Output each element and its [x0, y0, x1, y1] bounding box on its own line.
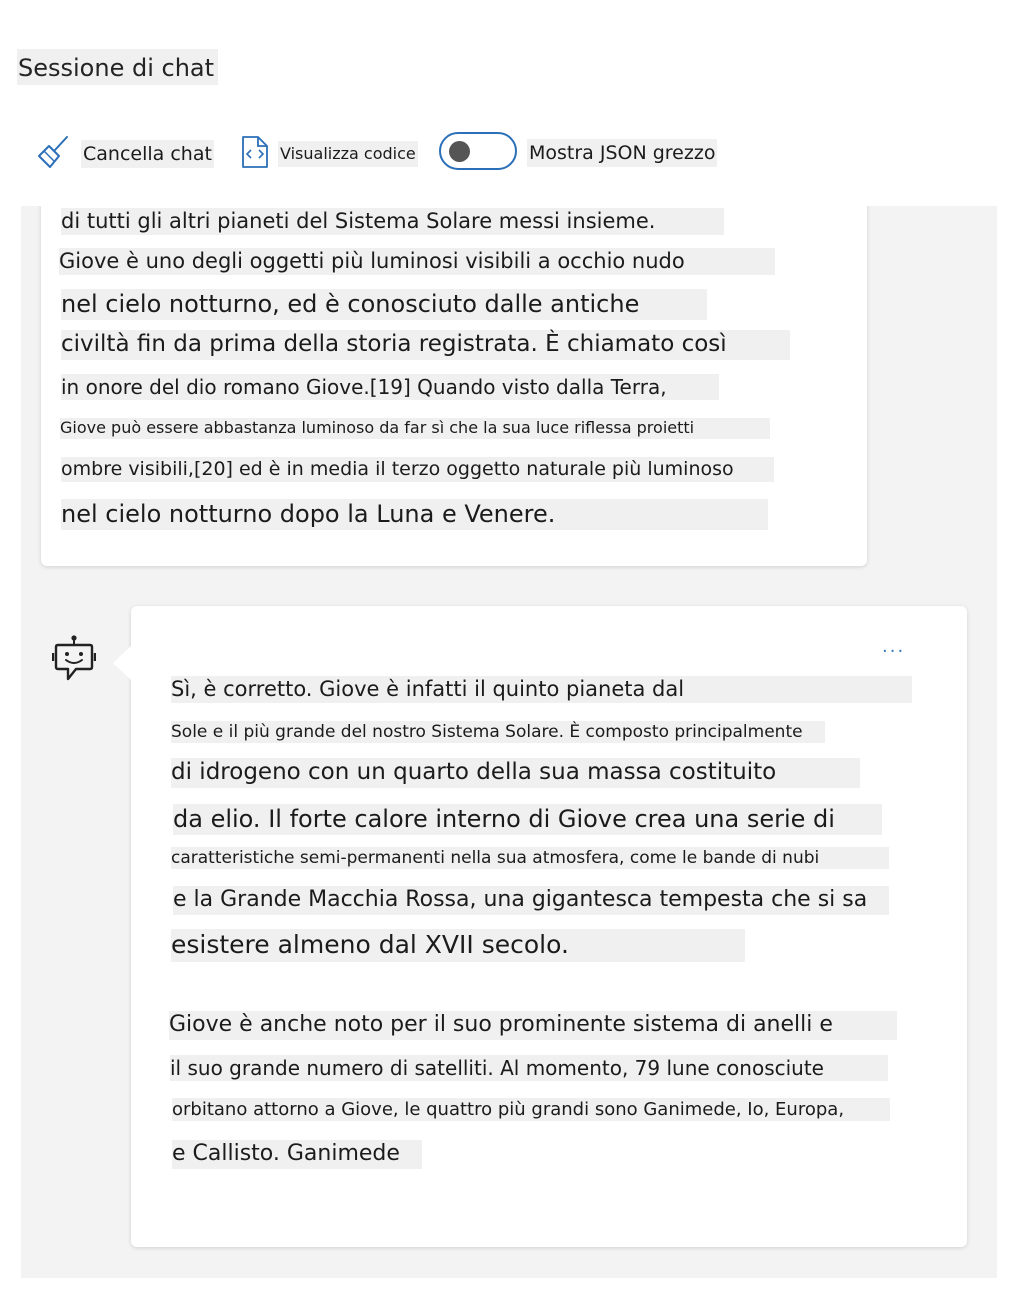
message-line: il suo grande numero di satelliti. Al mo…: [170, 1055, 888, 1081]
message-line: di idrogeno con un quarto della sua mass…: [171, 758, 860, 788]
message-line: nel cielo notturno, ed è conosciuto dall…: [61, 289, 707, 321]
raw-json-label: Mostra JSON grezzo: [527, 139, 718, 167]
message-line: in onore del dio romano Giove.[19] Quand…: [61, 374, 719, 400]
message-line: civiltà fin da prima della storia regist…: [61, 330, 790, 360]
toggle-knob: [449, 141, 470, 162]
message-line: e la Grande Macchia Rossa, una gigantesc…: [173, 886, 889, 915]
clear-chat-button[interactable]: Cancella chat: [37, 135, 214, 173]
message-line: Giove può essere abbastanza luminoso da …: [60, 418, 770, 439]
message-line: caratteristiche semi-permanenti nella su…: [171, 847, 889, 870]
view-code-button[interactable]: Visualizza codice: [241, 135, 418, 173]
broom-icon: [37, 135, 71, 173]
message-line: Giove è anche noto per il suo prominente…: [169, 1011, 897, 1040]
message-line: e Callisto. Ganimede: [172, 1140, 422, 1169]
chat-area[interactable]: di tutti gli altri pianeti del Sistema S…: [21, 206, 997, 1278]
message-line: Giove è uno degli oggetti più luminosi v…: [59, 248, 775, 276]
message-line: ombre visibili,[20] ed è in media il ter…: [61, 457, 774, 482]
message-line: Sole e il più grande del nostro Sistema …: [171, 721, 825, 744]
view-code-label: Visualizza codice: [278, 141, 418, 167]
message-line: orbitano attorno a Giove, le quattro più…: [172, 1098, 890, 1122]
message-line: da elio. Il forte calore interno di Giov…: [173, 804, 882, 836]
more-icon[interactable]: ...: [882, 636, 905, 657]
assistant-message: Sì, è corretto. Giove è infatti il quint…: [113, 606, 967, 1247]
message-line: Sì, è corretto. Giove è infatti il quint…: [171, 676, 912, 704]
clear-chat-label: Cancella chat: [81, 140, 214, 168]
message-line: nel cielo notturno dopo la Luna e Venere…: [61, 499, 768, 531]
bot-icon: [51, 634, 97, 690]
page-title: Sessione di chat: [17, 49, 219, 85]
code-file-icon: [241, 135, 269, 173]
message-line: esistere almeno dal XVII secolo.: [171, 929, 745, 962]
message-line: di tutti gli altri pianeti del Sistema S…: [61, 208, 724, 236]
raw-json-toggle[interactable]: [439, 132, 517, 170]
user-message: di tutti gli altri pianeti del Sistema S…: [41, 206, 867, 566]
